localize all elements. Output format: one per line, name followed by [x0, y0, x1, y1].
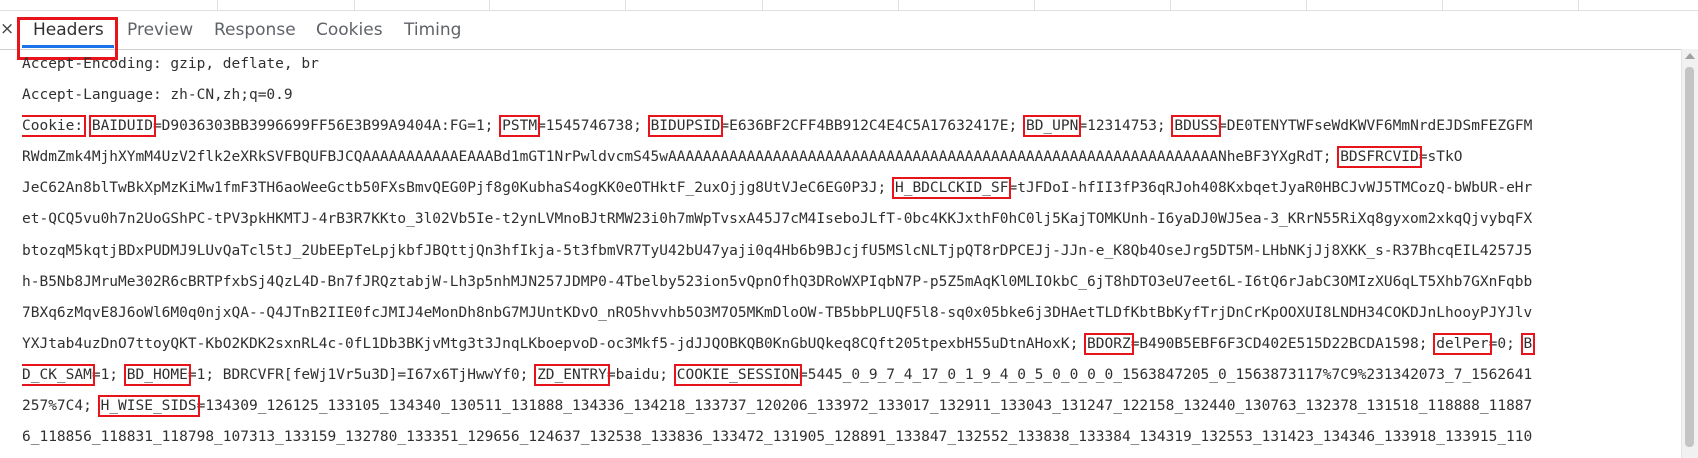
cookie-text: 6_118856_118831_118798_107313_133159_132…	[22, 429, 1533, 446]
tab-cookies[interactable]: Cookies	[316, 20, 383, 40]
header-accept-language: Accept-Language: zh-CN,zh;q=0.9	[22, 87, 293, 104]
cookie-name-highlight: BD_UPN	[1022, 115, 1082, 138]
tab-response[interactable]: Response	[214, 20, 296, 40]
close-icon[interactable]: ×	[0, 19, 14, 39]
cookie-text: 7BXq6zMqvE8J6oWl6M0q0njxQA--Q4JTnB2IIE0f…	[22, 304, 1533, 321]
vertical-scrollbar[interactable]	[1681, 49, 1698, 458]
cookie-text: RWdmZmk4MjhXYmM4UzV2flk2eXRkSVFBQUFBJCQA…	[22, 149, 1341, 166]
cookie-text: =0;	[1488, 335, 1524, 352]
cookie-text: JeC62An8blTwBkXpMzKiMw1fmF3TH6aoWeeGctb5…	[22, 180, 895, 197]
cookie-line: 7BXq6zMqvE8J6oWl6M0q0njxQA--Q4JTnB2IIE0f…	[22, 298, 1672, 329]
cookie-text: =5445_0_9_7_4_17_0_1_9_4_0_5_0_0_0_0_156…	[798, 366, 1533, 383]
cookie-text: =sTkO	[1418, 149, 1463, 166]
cookie-text: =B490B5EBF6F3CD402E515D22BCDA1598;	[1130, 335, 1437, 352]
cookie-line: btozqM5kqtjBDxPUDMJ9LUvQaTcl5tJ_2UbEEpTe…	[22, 236, 1672, 267]
cookie-text: =1;	[91, 366, 127, 383]
cookie-name-highlight: BDSFRCVID	[1337, 146, 1422, 169]
cookie-text: 257%7C4;	[22, 398, 101, 415]
cookie-name-highlight: BIDUPSID	[647, 115, 724, 138]
cookie-line: Cookie: BAIDUID=D9036303BB3996699FF56E3B…	[22, 111, 1672, 142]
tab-preview[interactable]: Preview	[127, 20, 193, 40]
cookie-name-highlight: D_CK_SAM	[22, 363, 95, 386]
cookie-name-highlight: PSTM	[499, 115, 541, 138]
cookie-text: =1545746738;	[537, 118, 651, 135]
devtools-tab-bar: × Headers Preview Response Cookies Timin…	[0, 11, 1698, 60]
cookie-line: 257%7C4; H_WISE_SIDS=134309_126125_13310…	[22, 391, 1672, 422]
cookie-name-highlight: BAIDUID	[88, 115, 156, 138]
cookie-name-highlight: BDUSS	[1171, 115, 1222, 138]
cookie-name-highlight: BD_HOME	[123, 363, 191, 386]
cookie-name-highlight: B	[1520, 332, 1536, 355]
cookie-label: Cookie:	[22, 115, 87, 138]
cookie-text: =DE0TENYTWFseWdKWVF6MmNrdEJDSmFEZGFM	[1218, 118, 1533, 135]
cookie-text: =E636BF2CFF4BB912C4E4C5A17632417E;	[720, 118, 1026, 135]
cookie-name-highlight: H_WISE_SIDS	[97, 395, 200, 418]
cookie-name-highlight: ZD_ENTRY	[534, 363, 610, 386]
cookie-name-highlight: H_BDCLCKID_SF	[891, 177, 1012, 200]
header-accept-encoding: Accept-Encoding: gzip, deflate, br	[22, 56, 319, 72]
cookie-line: et-QCQ5vu0h7n2UoGShPC-tPV3pkHKMTJ-4rB3R7…	[22, 204, 1672, 235]
cookie-line: YXJtab4uzDnO7ttoyQKT-KbO2KDK2sxnRL4c-0fL…	[22, 329, 1672, 360]
tab-timing[interactable]: Timing	[404, 20, 461, 40]
cookie-text: et-QCQ5vu0h7n2UoGShPC-tPV3pkHKMTJ-4rB3R7…	[22, 211, 1533, 228]
cookie-text: =12314753;	[1078, 118, 1175, 135]
cookie-line: JeC62An8blTwBkXpMzKiMw1fmF3TH6aoWeeGctb5…	[22, 173, 1672, 204]
cookie-name-highlight: BDORZ	[1084, 332, 1134, 355]
cookie-text: =D9036303BB3996699FF56E3B99A9404A:FG=1;	[152, 118, 503, 135]
column-header-strip	[0, 0, 1698, 11]
cookie-text: h-B5Nb8JMruMe302R6cBRTPfxbSj4QzL4D-Bn7fJ…	[22, 273, 1533, 290]
scroll-up-arrow-icon[interactable]	[1685, 53, 1695, 59]
cookie-line: D_CK_SAM=1; BD_HOME=1; BDRCVFR[feWj1Vr5u…	[22, 360, 1672, 391]
cookie-name-highlight: COOKIE_SESSION	[673, 363, 802, 386]
cookie-line: 6_118856_118831_118798_107313_133159_132…	[22, 422, 1672, 453]
cookie-text: =1; BDRCVFR[feWj1Vr5u3D]=I67x6TjHwwYf0;	[187, 366, 538, 383]
request-headers-panel: Accept-Encoding: gzip, deflate, br Accep…	[22, 49, 1672, 458]
cookie-line: RWdmZmk4MjhXYmM4UzV2flk2eXRkSVFBQUFBJCQA…	[22, 142, 1672, 173]
cookie-text: =tJFDoI-hfII3fP36qRJoh408KxbqetJyaR0HBCJ…	[1008, 180, 1533, 197]
scroll-thumb[interactable]	[1685, 67, 1694, 447]
cookie-text: =134309_126125_133105_134340_130511_1318…	[196, 398, 1533, 415]
cookie-text: btozqM5kqtjBDxPUDMJ9LUvQaTcl5tJ_2UbEEpTe…	[22, 242, 1533, 259]
cookie-name-highlight: delPer	[1433, 332, 1492, 355]
cookie-text: YXJtab4uzDnO7ttoyQKT-KbO2KDK2sxnRL4c-0fL…	[22, 335, 1088, 352]
cookie-header-value: Cookie: BAIDUID=D9036303BB3996699FF56E3B…	[22, 111, 1672, 453]
cookie-text: =baidu;	[606, 366, 677, 383]
cookie-line: h-B5Nb8JMruMe302R6cBRTPfxbSj4QzL4D-Bn7fJ…	[22, 267, 1672, 298]
